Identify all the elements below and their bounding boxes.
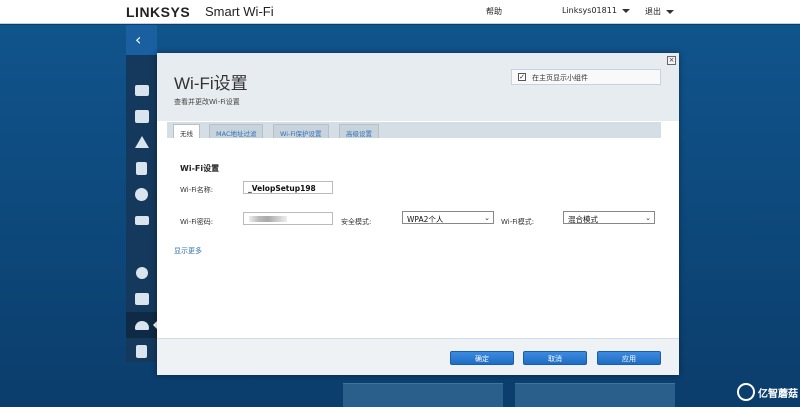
dialog-subtitle: 查看并更改Wi-Fi设置 [174,98,240,106]
watermark-logo-icon [737,383,755,401]
wifi-mode-select[interactable]: 混合模式 ⌄ [563,211,655,224]
widget-toggle[interactable]: ✓ 在主页显示小组件 [511,69,661,85]
chevron-down-icon [666,9,674,14]
wifi-name-label: Wi-Fi名称: [180,186,214,194]
chevron-down-icon [621,8,630,13]
speedometer-icon [135,187,148,201]
linksys-logo: LINKSYS [126,4,191,20]
chevron-left-icon: ‹ [135,30,142,49]
dialog-title: Wi-Fi设置 [174,74,248,93]
apply-button[interactable]: 应用 [597,351,661,365]
sidebar-item-speed[interactable] [126,181,157,207]
sidebar-item-media[interactable] [126,155,157,181]
close-icon[interactable]: × [667,56,676,65]
product-name: Smart Wi-Fi [205,4,274,19]
security-mode-value: WPA2个人 [407,215,444,224]
help-link[interactable]: 帮助 [486,6,502,17]
clipboard-icon [134,109,149,123]
back-button[interactable]: ‹ [126,25,157,55]
dialog-header: Wi-Fi设置 查看并更改Wi-Fi设置 × ✓ 在主页显示小组件 [157,53,679,121]
tab-wireless[interactable]: 无线 [173,124,200,138]
section-title: Wi-Fi设置 [180,164,220,173]
sidebar-item-storage[interactable] [126,207,157,233]
sidebar-item-wifi[interactable] [126,312,158,338]
chevron-down-icon: ⌄ [645,214,651,222]
background-card [515,383,675,407]
sidebar-item-security[interactable] [126,338,157,364]
sidebar-item-connectivity[interactable] [126,260,157,286]
tab-mac-filter[interactable]: MAC地址过滤 [209,124,264,138]
media-icon [136,161,147,175]
wifi-password-label: Wi-Fi密码: [180,218,214,226]
show-more-link[interactable]: 显示更多 [174,246,202,256]
sidebar-item-alerts[interactable] [126,129,157,155]
sidebar [126,55,158,364]
cancel-button[interactable]: 取消 [523,351,587,365]
wifi-mode-label: Wi-Fi模式: [501,218,535,226]
sidebar-item-devices[interactable] [126,77,157,103]
devices-icon [134,84,149,96]
ok-button[interactable]: 确定 [450,351,514,365]
tab-advanced[interactable]: 高级设置 [339,124,379,138]
tab-wps[interactable]: Wi-Fi保护设置 [273,124,329,138]
wifi-icon [134,320,149,330]
user-menu[interactable]: Linksys01811 [562,6,630,15]
wifi-settings-dialog: Wi-Fi设置 查看并更改Wi-Fi设置 × ✓ 在主页显示小组件 无线 MAC… [157,53,679,375]
user-name: Linksys01811 [562,6,617,15]
top-bar: LINKSYS Smart Wi-Fi 帮助 Linksys01811 退出 [0,0,800,24]
checkbox-checked-icon[interactable]: ✓ [518,73,526,81]
sidebar-item-parental[interactable] [126,103,157,129]
security-mode-label: 安全模式: [341,218,372,226]
wifi-password-input[interactable] [243,212,333,225]
chevron-down-icon: ⌄ [484,214,490,222]
shield-icon [136,344,147,358]
wifi-name-input[interactable]: _VelopSetup198 [243,181,333,194]
watermark-text: 亿智蘑菇 [758,389,798,400]
background-card [343,383,503,407]
wifi-mode-value: 混合模式 [568,215,598,224]
warning-icon [134,136,149,148]
storage-icon [134,215,149,225]
toolbox-icon [134,293,149,305]
logout-label: 退出 [645,7,661,16]
sidebar-item-troubleshoot[interactable] [126,286,157,312]
security-mode-select[interactable]: WPA2个人 ⌄ [402,211,494,224]
logout-menu[interactable]: 退出 [645,6,674,17]
gear-icon [135,267,148,279]
dialog-footer: 确定 取消 应用 [157,338,679,375]
tab-bar: 无线 MAC地址过滤 Wi-Fi保护设置 高级设置 [167,122,661,138]
widget-toggle-label: 在主页显示小组件 [532,74,588,82]
password-masked [249,216,287,222]
